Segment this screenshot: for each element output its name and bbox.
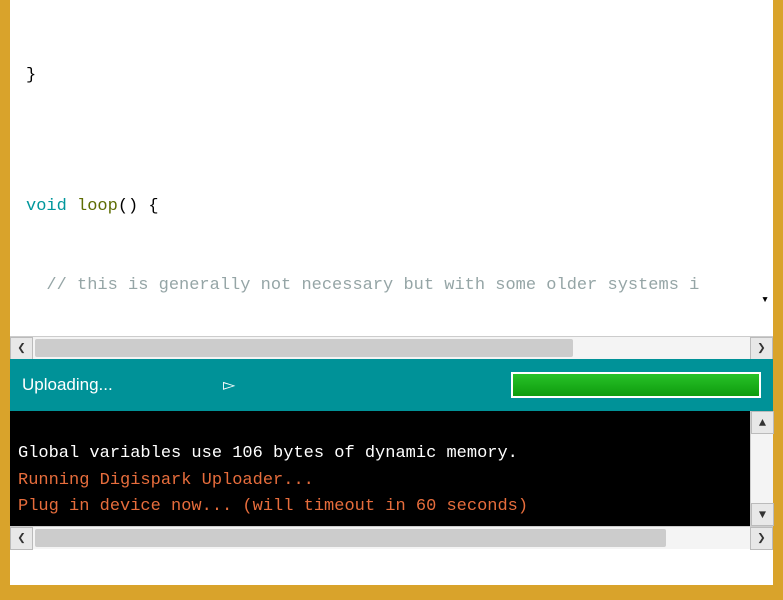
console-line: Running Digispark Uploader... [18, 468, 765, 494]
status-text: Uploading... [22, 375, 113, 395]
progress-fill [513, 374, 759, 396]
status-bar: Uploading... ▻ [10, 359, 773, 411]
console-v-scrollbar[interactable]: ▲ ▼ [750, 411, 773, 526]
chevron-up-icon: ▲ [759, 416, 766, 430]
scroll-track[interactable] [33, 527, 750, 549]
scroll-right-button[interactable]: ❯ [750, 337, 773, 360]
code-text: () { [118, 197, 159, 216]
keyword-loop: loop [67, 197, 118, 216]
console-h-scrollbar[interactable]: ❮ ❯ [10, 526, 773, 549]
console-line: Global variables use 106 bytes of dynami… [18, 441, 765, 467]
scroll-track[interactable] [33, 337, 750, 359]
chevron-right-icon: ❯ [757, 530, 765, 547]
keyword-void: void [26, 197, 67, 216]
chevron-left-icon: ❮ [17, 530, 25, 547]
scroll-thumb[interactable] [35, 339, 573, 357]
chevron-down-icon: ▼ [759, 508, 766, 522]
console-output[interactable]: Global variables use 106 bytes of dynami… [10, 411, 773, 526]
comment-text: // this is generally not necessary but w… [26, 276, 699, 295]
upload-progress-bar [511, 372, 761, 398]
code-editor[interactable]: } void loop() { // this is generally not… [10, 0, 773, 336]
scroll-right-button[interactable]: ❯ [750, 527, 773, 550]
chevron-down-icon[interactable]: ▾ [761, 290, 769, 310]
scroll-left-button[interactable]: ❮ [10, 337, 33, 360]
scroll-thumb[interactable] [35, 529, 666, 547]
code-text: } [26, 66, 36, 85]
scroll-down-button[interactable]: ▼ [751, 503, 774, 526]
chevron-left-icon: ❮ [17, 340, 25, 357]
editor-h-scrollbar[interactable]: ❮ ❯ [10, 336, 773, 359]
arduino-ide-window: } void loop() { // this is generally not… [10, 0, 773, 585]
console-line: Plug in device now... (will timeout in 6… [18, 494, 765, 520]
scroll-left-button[interactable]: ❮ [10, 527, 33, 550]
chevron-right-icon: ❯ [757, 340, 765, 357]
scroll-track[interactable] [751, 434, 773, 503]
scroll-up-button[interactable]: ▲ [751, 411, 774, 434]
cursor-icon: ▻ [223, 375, 235, 395]
